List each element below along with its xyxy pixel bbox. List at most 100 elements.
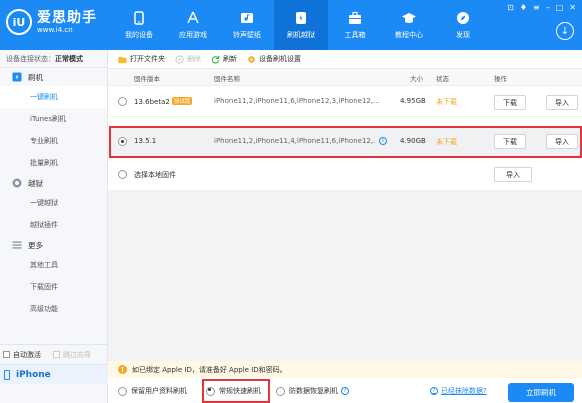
import-local-button[interactable]: 导入: [494, 167, 532, 182]
gear-icon: [248, 55, 255, 63]
flash-icon: [12, 72, 22, 82]
col-size: 大小: [410, 75, 423, 83]
col-status: 状态: [436, 75, 449, 83]
flash-icon: [293, 10, 309, 26]
auto-options: 自动激活 跳过向导: [0, 344, 108, 364]
nav-my-device[interactable]: 我的设备: [112, 0, 166, 50]
firmware-radio[interactable]: [118, 97, 127, 106]
music-icon: [239, 10, 255, 26]
download-manager-button[interactable]: ↓: [556, 22, 574, 40]
sidebar-item-jailbreak-plugins[interactable]: 越狱插件: [0, 214, 107, 236]
notice-bar: ! 如已绑定 Apple ID，请准备好 Apple ID和密码。: [108, 361, 582, 378]
menu-icon[interactable]: ≡: [533, 3, 540, 12]
sidebar-item-download-firmware[interactable]: 下载固件: [0, 276, 107, 298]
sidebar-item-advanced[interactable]: 高级功能: [0, 298, 107, 320]
nav-discover[interactable]: 发现: [436, 0, 490, 50]
delete-icon: [175, 54, 184, 64]
minimize-icon[interactable]: –: [546, 3, 550, 12]
logo-mark: iU: [6, 9, 32, 35]
sidebar-item-pro-flash[interactable]: 专业刷机: [0, 130, 107, 152]
delete-button[interactable]: 删除: [175, 54, 201, 64]
app-store-icon: [185, 10, 201, 26]
download-button[interactable]: 下载: [494, 95, 526, 110]
toolbar: 打开文件夹 删除 刷新 设备刷机设置: [108, 50, 582, 69]
nav-flash-jailbreak[interactable]: 刷机越狱: [274, 0, 328, 50]
col-action: 操作: [494, 75, 507, 83]
nav-toolbox[interactable]: 工具箱: [328, 0, 382, 50]
sidebar-item-batch-flash[interactable]: 批量刷机: [0, 152, 107, 174]
local-firmware-row[interactable]: 选择本地固件 导入: [108, 160, 582, 190]
close-icon[interactable]: ✕: [569, 3, 576, 12]
connection-status-value: 正常模式: [55, 55, 83, 63]
table-header: 固件版本 固件名称 大小 状态 操作: [108, 69, 582, 86]
col-version: 固件版本: [134, 75, 160, 83]
phone-icon: [4, 369, 10, 380]
auto-activate-checkbox[interactable]: [3, 351, 10, 358]
local-firmware-label: 选择本地固件: [134, 171, 176, 179]
firmware-name: iPhone11,2,iPhone11,6,iPhone12,3,iPhone1…: [214, 97, 380, 105]
sidebar-item-one-click-flash[interactable]: 一键刷机: [0, 86, 107, 108]
mode-radio[interactable]: [276, 386, 285, 396]
help-icon: ?: [430, 387, 438, 395]
quick-flash-highlight: [202, 379, 270, 403]
import-button[interactable]: 导入: [546, 95, 578, 110]
connection-status: 设备连接状态：正常模式: [0, 50, 107, 68]
sidebar-section-jailbreak[interactable]: 越狱: [0, 174, 107, 192]
phone-icon: [131, 10, 147, 26]
graduation-cap-icon: [401, 10, 417, 26]
sidebar-section-flash[interactable]: 刷机: [0, 68, 107, 86]
main-nav: 我的设备 应用游戏 铃声壁纸 刷机越狱 工具箱 教程中心 发现: [112, 0, 490, 50]
folder-icon: [118, 56, 127, 63]
warning-icon: !: [118, 365, 127, 374]
jailbreak-icon: [12, 178, 22, 188]
nav-tutorials[interactable]: 教程中心: [382, 0, 436, 50]
local-firmware-radio[interactable]: [118, 170, 127, 179]
table-empty-area: [108, 190, 582, 361]
skip-guide-checkbox[interactable]: [53, 351, 60, 358]
mode-radio[interactable]: [118, 386, 127, 396]
table-row[interactable]: 13.6beta2 测试版 iPhone11,2,iPhone11,6,iPhon…: [108, 87, 582, 117]
sidebar-item-one-click-jailbreak[interactable]: 一键越狱: [0, 192, 107, 214]
feedback-icon[interactable]: ♦: [520, 3, 527, 12]
sidebar-item-other-tools[interactable]: 其他工具: [0, 254, 107, 276]
menu-icon: [12, 240, 22, 250]
refresh-icon: [211, 55, 220, 64]
help-icon[interactable]: ?: [341, 387, 349, 395]
nav-apps[interactable]: 应用游戏: [166, 0, 220, 50]
erased-data-link[interactable]: ? 已经抹除数据?: [430, 386, 487, 396]
flash-mode-bar: 保留用户资料刷机 常规快速刷机 防数据恢复刷机 ? ? 已经抹除数据? 立即刷机: [108, 378, 582, 403]
notice-text: 如已绑定 Apple ID，请准备好 Apple ID和密码。: [132, 365, 287, 374]
flash-now-button[interactable]: 立即刷机: [508, 383, 574, 402]
app-window: iU 爱思助手 www.i4.cn 我的设备 应用游戏 铃声壁纸 刷机越狱 工具…: [0, 0, 582, 403]
sidebar-section-more[interactable]: 更多: [0, 236, 107, 254]
compass-icon: [455, 10, 471, 26]
sidebar-item-itunes-flash[interactable]: iTunes刷机: [0, 108, 107, 130]
logo-name: 爱思助手: [37, 9, 97, 26]
beta-badge: 测试版: [171, 97, 193, 105]
skin-icon[interactable]: ⊡: [507, 3, 514, 12]
flash-settings-button[interactable]: 设备刷机设置: [247, 54, 301, 64]
device-indicator[interactable]: iPhone: [0, 364, 108, 384]
top-header: iU 爱思助手 www.i4.cn 我的设备 应用游戏 铃声壁纸 刷机越狱 工具…: [0, 0, 582, 50]
nav-ringtones[interactable]: 铃声壁纸: [220, 0, 274, 50]
refresh-button[interactable]: 刷新: [211, 54, 237, 64]
sidebar: 设备连接状态：正常模式 刷机 一键刷机 iTunes刷机 专业刷机 批量刷机 越…: [0, 50, 108, 403]
firmware-version: 13.6beta2: [134, 98, 170, 106]
window-controls: ⊡ ♦ ≡ – □ ✕: [507, 3, 576, 12]
auto-activate-label: 自动激活: [13, 350, 41, 359]
firmware-status: 未下载: [436, 98, 457, 106]
main-panel: 打开文件夹 删除 刷新 设备刷机设置 固件版本 固件名称 大小 状态 操作 13…: [108, 50, 582, 403]
logo: iU 爱思助手 www.i4.cn: [6, 9, 97, 35]
col-name: 固件名称: [214, 75, 240, 83]
maximize-icon[interactable]: □: [556, 3, 564, 12]
mode-keep-data[interactable]: 保留用户资料刷机: [118, 386, 187, 396]
logo-url: www.i4.cn: [37, 25, 73, 34]
toolbox-icon: [347, 10, 363, 26]
mode-anti-recovery[interactable]: 防数据恢复刷机 ?: [276, 386, 349, 396]
firmware-size: 4.95GB: [400, 97, 426, 105]
selection-highlight: [109, 126, 582, 158]
open-folder-button[interactable]: 打开文件夹: [118, 54, 165, 64]
sidebar-bottom: 自动激活 跳过向导 iPhone: [0, 344, 108, 384]
skip-guide-label: 跳过向导: [63, 350, 91, 359]
device-name: iPhone: [16, 369, 51, 380]
